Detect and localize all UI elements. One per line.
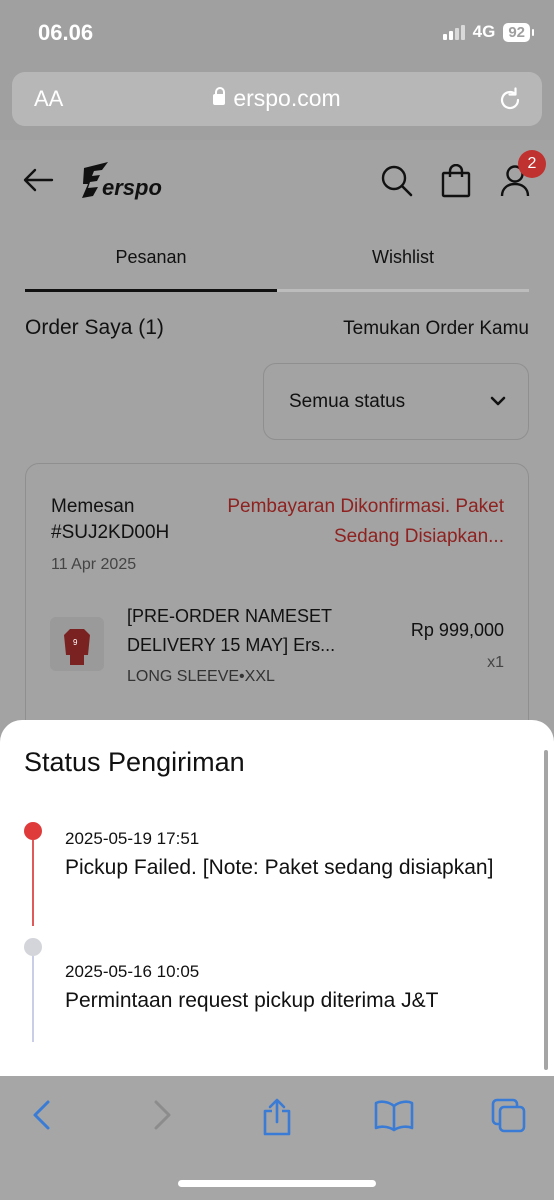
browser-forward-icon[interactable]: [150, 1098, 174, 1137]
notification-badge: 2: [518, 150, 546, 178]
browser-toolbar: [0, 1076, 554, 1200]
event-message: Permintaan request pickup diterima J&T: [65, 989, 439, 1012]
battery-icon: 92: [503, 22, 534, 42]
url-text: erspo.com: [233, 85, 341, 111]
order-date: 11 Apr 2025: [51, 556, 137, 573]
product-thumbnail: 9: [50, 617, 104, 671]
order-tabs: Pesanan Wishlist: [25, 238, 529, 292]
status-bar: 06.06 4G 92: [0, 0, 554, 70]
chevron-down-icon: [490, 396, 506, 406]
lock-icon: [213, 87, 226, 105]
product-name: [PRE-ORDER NAMESET DELIVERY 15 MAY] Ers.…: [127, 606, 336, 655]
shipping-status-sheet: Status Pengiriman 2025-05-19 17:51 Picku…: [0, 720, 554, 1080]
tab-wishlist[interactable]: Wishlist: [277, 238, 529, 292]
timeline-dot-active: [24, 822, 42, 840]
browser-back-icon[interactable]: [30, 1098, 54, 1137]
timeline-line: [32, 840, 34, 926]
event-timestamp: 2025-05-19 17:51: [65, 829, 200, 848]
brand-name: erspo: [102, 175, 162, 200]
browser-address-area: AA erspo.com: [0, 70, 554, 140]
signal-icon: [442, 24, 465, 40]
find-order-link[interactable]: Temukan Order Kamu: [343, 318, 529, 340]
home-indicator: [178, 1180, 376, 1187]
product-quantity: x1: [487, 654, 504, 671]
orders-title: Order Saya (1): [25, 316, 164, 339]
sheet-scrollbar[interactable]: [544, 750, 548, 1070]
sheet-title: Status Pengiriman: [24, 747, 245, 777]
shopping-bag-icon[interactable]: [441, 163, 471, 203]
status-filter-value: Semua status: [289, 391, 406, 412]
reload-icon[interactable]: [498, 86, 522, 117]
event-message: Pickup Failed. [Note: Paket sedang disia…: [65, 856, 494, 879]
search-icon[interactable]: [380, 164, 414, 203]
erspo-logo[interactable]: erspo: [82, 162, 172, 207]
order-status: Pembayaran Dikonfirmasi. Paket Sedang Di…: [227, 496, 504, 547]
status-indicators: 4G 92: [442, 22, 534, 42]
order-id: #SUJ2KD00H: [51, 522, 170, 543]
tab-pesanan[interactable]: Pesanan: [25, 238, 277, 292]
product-variant: LONG SLEEVE•XXL: [127, 668, 275, 685]
site-header: erspo 2: [0, 140, 554, 228]
order-label: Memesan: [51, 496, 135, 517]
timeline-dot: [24, 938, 42, 956]
tabs-icon[interactable]: [491, 1098, 527, 1139]
status-filter-dropdown[interactable]: Semua status: [263, 363, 529, 440]
bookmarks-icon[interactable]: [374, 1098, 414, 1137]
timeline-line: [32, 956, 34, 1042]
back-arrow-icon[interactable]: [22, 166, 54, 199]
network-type: 4G: [472, 22, 496, 41]
address-bar[interactable]: AA erspo.com: [12, 72, 542, 126]
status-time: 06.06: [38, 20, 94, 45]
svg-text:9: 9: [73, 638, 78, 647]
share-icon[interactable]: [260, 1098, 294, 1141]
orders-header: Order Saya (1) Temukan Order Kamu: [25, 316, 529, 340]
event-timestamp: 2025-05-16 10:05: [65, 962, 200, 981]
product-price: Rp 999,000: [410, 620, 504, 640]
url-display[interactable]: erspo.com: [12, 85, 542, 112]
